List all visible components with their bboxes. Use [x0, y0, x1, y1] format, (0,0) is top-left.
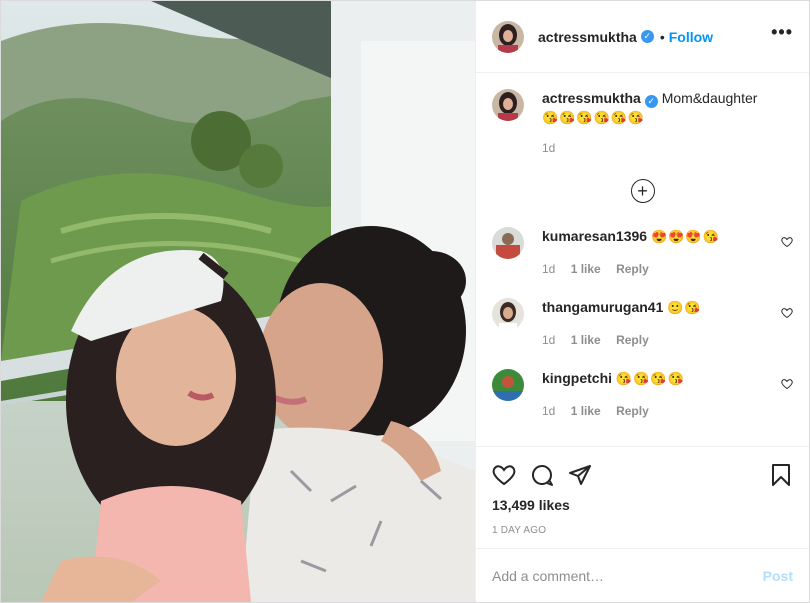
- paper-plane-icon[interactable]: [568, 463, 592, 487]
- post-button[interactable]: Post: [763, 568, 793, 584]
- comment-input[interactable]: [492, 567, 763, 584]
- reply-button[interactable]: Reply: [616, 262, 649, 276]
- comment-likes[interactable]: 1 like: [571, 333, 601, 347]
- comment-emojis: 😍😍😍😘: [650, 229, 720, 244]
- caption-time[interactable]: 1d: [542, 139, 757, 157]
- caption-username[interactable]: actressmuktha: [542, 90, 641, 106]
- comment-time[interactable]: 1d: [542, 262, 555, 276]
- comment-body: kingpetchi 😘😘😘😘 1d 1 like Reply: [542, 369, 685, 420]
- plus-circle-icon[interactable]: +: [630, 179, 655, 203]
- verified-badge-icon: ✓: [644, 95, 658, 108]
- comment-icon[interactable]: [530, 463, 554, 487]
- load-more: +: [492, 179, 793, 203]
- comment-meta: 1d 1 like Reply: [542, 331, 702, 349]
- comment-avatar[interactable]: [492, 298, 524, 330]
- comment-emojis: 😘😘😘😘: [615, 371, 685, 386]
- comment-likes[interactable]: 1 like: [571, 262, 601, 276]
- caption-text: Mom&daughter: [661, 90, 758, 106]
- caption-body: actressmuktha ✓ Mom&daughter 😘😘😘😘😘😘 1d: [542, 89, 757, 157]
- comment-meta: 1d 1 like Reply: [542, 260, 720, 278]
- post-photo[interactable]: [1, 1, 475, 602]
- comment-username[interactable]: kingpetchi: [542, 370, 612, 386]
- heart-icon[interactable]: [492, 463, 516, 487]
- comment-meta: 1d 1 like Reply: [542, 402, 685, 420]
- add-comment-bar: Post: [476, 548, 809, 602]
- caption: actressmuktha ✓ Mom&daughter 😘😘😘😘😘😘 1d: [492, 89, 793, 157]
- reply-button[interactable]: Reply: [616, 404, 649, 418]
- comment-item: kumaresan1396 😍😍😍😘 1d 1 like Reply: [492, 227, 793, 278]
- caption-avatar[interactable]: [492, 89, 524, 121]
- comments-section: actressmuktha ✓ Mom&daughter 😘😘😘😘😘😘 1d + …: [476, 73, 809, 446]
- post-date[interactable]: 1 DAY AGO: [492, 525, 793, 536]
- comment-heart-icon[interactable]: [781, 235, 793, 253]
- more-horizontal-icon[interactable]: •••: [771, 22, 793, 51]
- separator-dot: •: [659, 28, 665, 45]
- author-username[interactable]: actressmuktha: [538, 29, 637, 45]
- follow-button[interactable]: Follow: [669, 29, 713, 45]
- comment-body: kumaresan1396 😍😍😍😘 1d 1 like Reply: [542, 227, 720, 278]
- post-card: actressmuktha ✓ • Follow ••• actressmukt…: [0, 0, 810, 603]
- comment-avatar[interactable]: [492, 369, 524, 401]
- verified-badge-icon: ✓: [640, 30, 654, 43]
- comment-time[interactable]: 1d: [542, 333, 555, 347]
- comment-likes[interactable]: 1 like: [571, 404, 601, 418]
- comment-item: kingpetchi 😘😘😘😘 1d 1 like Reply: [492, 369, 793, 420]
- comment-time[interactable]: 1d: [542, 404, 555, 418]
- action-bar: 13,499 likes 1 DAY AGO: [476, 446, 809, 548]
- bookmark-icon[interactable]: [769, 463, 793, 487]
- author-avatar[interactable]: [492, 20, 524, 53]
- comment-heart-icon[interactable]: [781, 377, 793, 395]
- comment-emojis: 🙂😘: [667, 300, 702, 315]
- comment-heart-icon[interactable]: [781, 306, 793, 324]
- caption-emojis: 😘😘😘😘😘😘: [542, 110, 646, 125]
- post-sidebar: actressmuktha ✓ • Follow ••• actressmukt…: [475, 1, 809, 602]
- comment-avatar[interactable]: [492, 227, 524, 259]
- comment-username[interactable]: thangamurugan41: [542, 299, 663, 315]
- comment-username[interactable]: kumaresan1396: [542, 228, 647, 244]
- likes-count[interactable]: 13,499 likes: [492, 497, 793, 513]
- action-icons: [492, 455, 793, 495]
- reply-button[interactable]: Reply: [616, 333, 649, 347]
- post-header: actressmuktha ✓ • Follow •••: [476, 1, 809, 73]
- comment-item: thangamurugan41 🙂😘 1d 1 like Reply: [492, 298, 793, 349]
- comment-body: thangamurugan41 🙂😘 1d 1 like Reply: [542, 298, 702, 349]
